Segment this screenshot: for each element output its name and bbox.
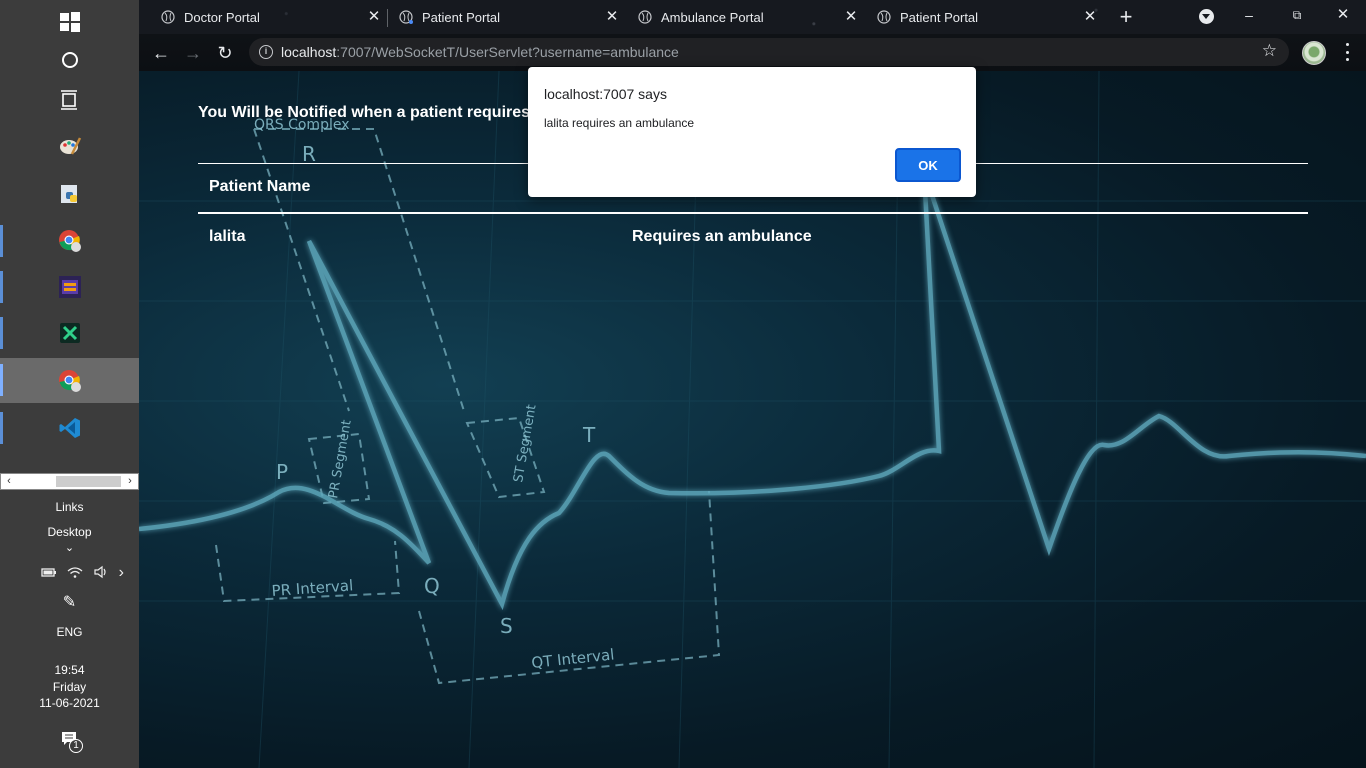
table-cell-patient-name: lalita xyxy=(209,228,246,245)
clock-day[interactable]: Friday xyxy=(0,680,139,694)
paint-app-button[interactable] xyxy=(0,124,139,168)
minimize-icon[interactable]: – xyxy=(1226,4,1272,26)
pen-workspace-icon[interactable]: ✎ xyxy=(0,592,139,612)
ecg-label-t: T xyxy=(582,423,596,447)
tab-title: Doctor Portal xyxy=(184,9,260,25)
tab-title: Patient Portal xyxy=(422,9,501,25)
alert-dialog: localhost:7007 says lalita requires an a… xyxy=(528,67,976,197)
links-toolbar[interactable]: Links xyxy=(0,500,139,514)
forward-arrow-icon[interactable]: → xyxy=(181,41,205,65)
system-tray: › xyxy=(0,562,139,584)
chrome-icon xyxy=(58,369,81,392)
ok-button[interactable]: OK xyxy=(895,148,961,182)
notification-count-badge: 1 xyxy=(69,739,83,753)
url-text[interactable]: localhost:7007/WebSocketT/UserServlet?us… xyxy=(281,44,679,60)
scroll-right-arrow-icon[interactable]: › xyxy=(123,474,137,489)
reload-icon[interactable]: ↻ xyxy=(213,41,237,65)
tab-close-icon[interactable]: ✕ xyxy=(1081,8,1099,26)
site-info-icon[interactable]: i xyxy=(259,45,273,59)
paint-palette-icon xyxy=(59,137,81,155)
dialog-title: localhost:7007 says xyxy=(544,86,667,102)
cortana-circle-icon xyxy=(61,52,78,68)
windows-logo-icon xyxy=(59,12,80,32)
tab-search-dropdown-icon[interactable] xyxy=(1199,9,1214,24)
scroll-thumb[interactable] xyxy=(56,476,121,487)
tab-title: Patient Portal xyxy=(900,9,979,25)
vscode-icon xyxy=(59,418,80,438)
python-idle-button[interactable] xyxy=(0,172,139,216)
show-hidden-icons-chevron-icon[interactable]: › xyxy=(119,564,124,582)
search-button[interactable] xyxy=(0,38,139,82)
vscode-button[interactable] xyxy=(0,406,139,450)
tab-title: Ambulance Portal xyxy=(661,9,764,25)
new-tab-plus-icon[interactable]: + xyxy=(1115,6,1137,28)
tab-ambulance-portal[interactable]: Ambulance Portal ✕ xyxy=(638,4,860,30)
ecg-label-s: S xyxy=(500,614,513,638)
ecg-label-qt-interval: QT Interval xyxy=(531,645,616,672)
chrome-icon xyxy=(58,230,81,252)
table-cell-status: Requires an ambulance xyxy=(632,228,812,245)
eclipse-java-ee-icon xyxy=(58,276,81,298)
task-view-icon xyxy=(60,90,77,110)
tab-doctor-portal[interactable]: Doctor Portal ✕ xyxy=(161,4,383,30)
browser-toolbar: ← → ↻ i localhost:7007/WebSocketT/UserSe… xyxy=(139,34,1366,71)
action-center-button[interactable]: 1 xyxy=(61,731,85,753)
bookmark-star-icon[interactable]: ☆ xyxy=(1262,41,1277,61)
address-bar[interactable]: i localhost:7007/WebSocketT/UserServlet?… xyxy=(249,38,1289,66)
battery-icon[interactable] xyxy=(41,566,57,581)
table-header-border xyxy=(198,212,1308,214)
globe-icon xyxy=(877,10,891,24)
jupyter-app-button[interactable] xyxy=(0,311,139,355)
notification-headline: You Will be Notified when a patient requ… xyxy=(198,104,531,121)
scroll-left-arrow-icon[interactable]: ‹ xyxy=(2,474,16,489)
tab-close-icon[interactable]: ✕ xyxy=(603,8,621,26)
tab-patient-portal[interactable]: Patient Portal ✕ xyxy=(399,4,621,30)
clock-date[interactable]: 11-06-2021 xyxy=(0,696,139,710)
tab-close-icon[interactable]: ✕ xyxy=(842,8,860,26)
python-file-icon xyxy=(60,185,77,203)
browser-menu-kebab-icon[interactable] xyxy=(1344,43,1350,61)
back-arrow-icon[interactable]: ← xyxy=(149,41,173,65)
globe-icon xyxy=(638,10,652,24)
globe-icon xyxy=(399,10,413,24)
close-window-icon[interactable]: ✕ xyxy=(1320,4,1366,26)
green-app-icon xyxy=(59,323,80,343)
taskbar-scrollbar[interactable]: ‹ › xyxy=(0,473,139,490)
ecg-label-st-segment: ST Segment xyxy=(511,403,539,483)
input-language-indicator[interactable]: ENG xyxy=(0,625,139,639)
java-ee-ide-button[interactable] xyxy=(0,265,139,309)
tab-separator xyxy=(387,9,388,27)
restore-icon[interactable]: ⧉ xyxy=(1274,4,1320,26)
table-header-patient-name: Patient Name xyxy=(209,178,311,195)
tab-strip: Doctor Portal ✕ Patient Portal ✕ Ambulan… xyxy=(139,0,1366,34)
dialog-message: lalita requires an ambulance xyxy=(544,116,695,130)
desktop-toolbar[interactable]: Desktop xyxy=(0,525,139,539)
ecg-label-pr-segment: PR Segment xyxy=(326,419,355,500)
chrome-button-1[interactable] xyxy=(0,219,139,263)
toolbar-expand-icon[interactable]: ⌄ xyxy=(0,541,139,554)
task-view-button[interactable] xyxy=(0,78,139,122)
chrome-button-2[interactable] xyxy=(0,358,139,403)
ecg-label-p: P xyxy=(276,460,288,484)
tab-close-icon[interactable]: ✕ xyxy=(365,8,383,26)
globe-icon xyxy=(161,10,175,24)
ecg-labels: QRS Complex R P Q S T PR Segment ST Segm… xyxy=(254,117,615,672)
taskbar: ‹ › Links Desktop ⌄ › ✎ ENG 19:54 Friday… xyxy=(0,0,139,768)
profile-avatar[interactable] xyxy=(1302,41,1326,65)
tab-patient-portal-2[interactable]: Patient Portal ✕ xyxy=(877,4,1099,30)
wifi-icon[interactable] xyxy=(67,565,83,582)
ecg-label-q: Q xyxy=(424,574,440,598)
clock-time[interactable]: 19:54 xyxy=(0,663,139,677)
volume-icon[interactable] xyxy=(93,565,109,582)
